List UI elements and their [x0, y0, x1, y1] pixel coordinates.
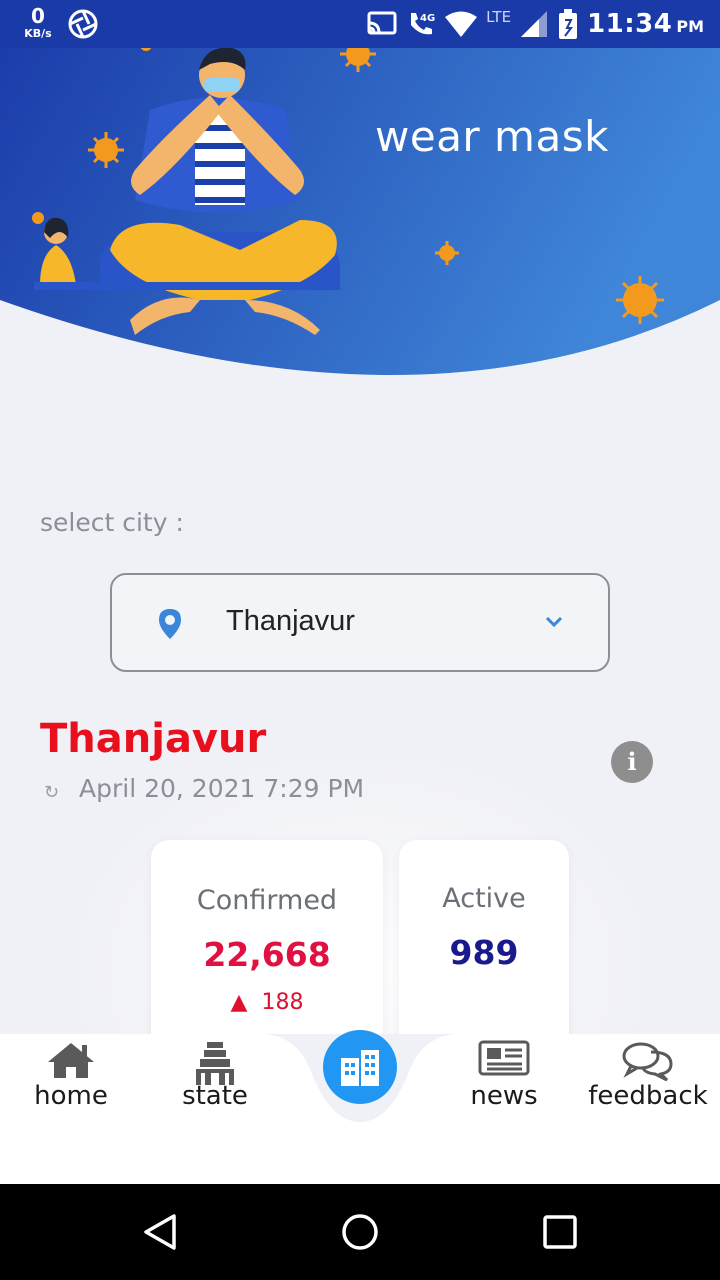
nav-feedback[interactable]: feedback	[588, 1034, 708, 1144]
info-icon[interactable]: i	[611, 741, 653, 783]
header-banner	[0, 0, 720, 375]
wifi-icon	[445, 11, 478, 37]
active-card: Active 989	[399, 840, 569, 1060]
active-label: Active	[442, 883, 526, 914]
data-speed-unit: KB/s	[24, 27, 52, 40]
back-icon[interactable]	[140, 1212, 180, 1252]
data-speed-value: 0	[31, 4, 45, 28]
nav-state[interactable]: state	[170, 1034, 260, 1144]
lte-label: LTE	[486, 8, 512, 26]
system-navigation-bar	[0, 1184, 720, 1280]
temple-icon	[196, 1042, 234, 1085]
svg-text:4G: 4G	[420, 13, 435, 24]
nav-home[interactable]: home	[20, 1034, 122, 1144]
home-icon	[48, 1043, 94, 1078]
header-title: wear mask	[375, 112, 609, 161]
aperture-icon	[68, 9, 98, 39]
nav-city-button[interactable]	[323, 1030, 397, 1104]
home-circle-icon[interactable]	[340, 1212, 380, 1252]
confirmed-label: Confirmed	[196, 885, 338, 916]
data-speed: 0 KB/s	[18, 6, 58, 39]
clock: 11:34 PM	[587, 9, 704, 39]
confirmed-card: Confirmed 22,668 ▲ 188	[151, 840, 383, 1060]
cast-icon	[367, 11, 397, 35]
city-icon	[341, 1050, 379, 1086]
nav-home-label: home	[34, 1081, 108, 1111]
wifi-call-icon: 4G	[411, 13, 435, 35]
battery-icon	[559, 9, 578, 39]
refresh-icon: ↻	[44, 782, 60, 803]
last-updated: April 20, 2021 7:29 PM	[79, 774, 365, 803]
recents-icon[interactable]	[542, 1212, 578, 1252]
city-dropdown-value: Thanjavur	[226, 605, 355, 637]
city-dropdown[interactable]: Thanjavur	[110, 573, 610, 672]
chat-bubbles-icon	[622, 1042, 673, 1082]
active-value: 989	[449, 933, 519, 972]
status-bar: 0 KB/s 4G LTE 11:34 PM	[0, 0, 720, 48]
nav-news[interactable]: news	[455, 1034, 553, 1144]
chevron-down-icon	[545, 616, 563, 628]
signal-icon	[521, 11, 548, 37]
select-city-label: select city :	[40, 508, 184, 537]
nav-feedback-label: feedback	[588, 1081, 708, 1111]
newspaper-icon	[478, 1040, 530, 1076]
confirmed-delta: ▲ 188	[230, 990, 304, 1015]
nav-news-label: news	[470, 1081, 538, 1111]
confirmed-value: 22,668	[203, 935, 331, 974]
location-pin-icon	[159, 609, 181, 639]
nav-state-label: state	[182, 1081, 248, 1111]
city-name: Thanjavur	[40, 716, 267, 762]
